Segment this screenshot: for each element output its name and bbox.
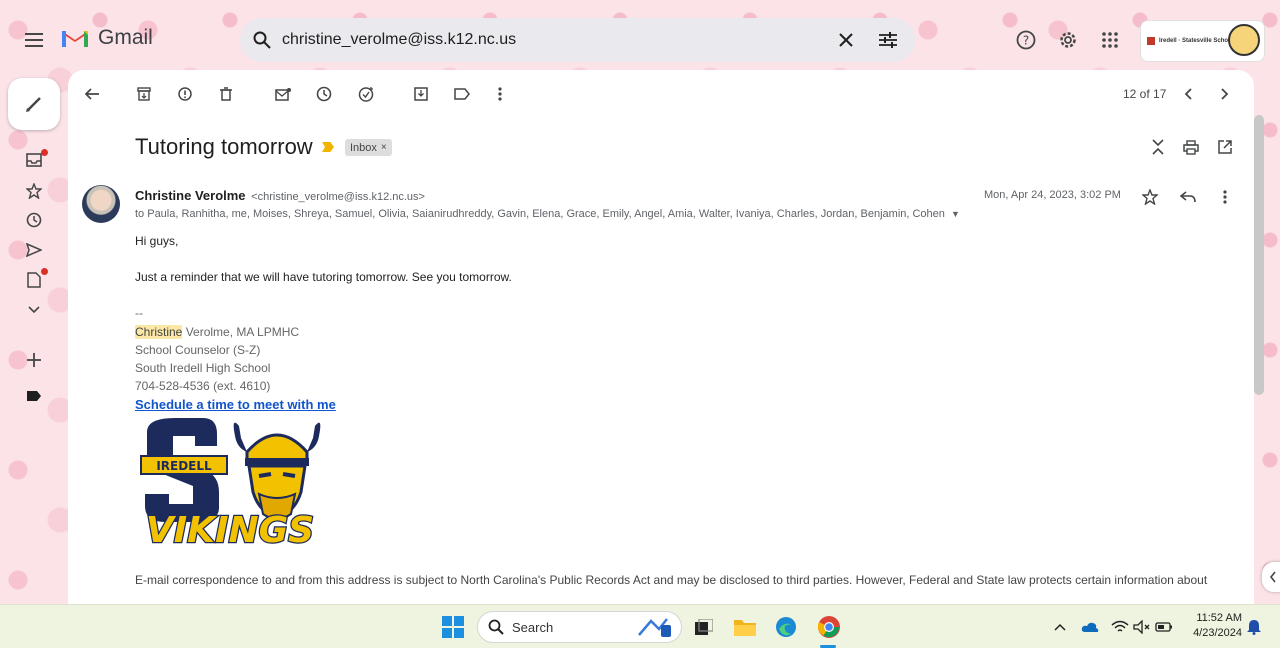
- label-tag-icon[interactable]: [22, 384, 46, 408]
- sent-icon[interactable]: [22, 238, 46, 262]
- reply-arrow-icon[interactable]: [1176, 185, 1200, 209]
- pencil-icon: [26, 97, 41, 112]
- sender-line: Christine Verolme <christine_verolme@iss…: [135, 188, 425, 203]
- message-pager: 12 of 17: [1123, 87, 1167, 101]
- search-icon[interactable]: [250, 28, 274, 52]
- signature-name: Christine Verolme, MA LPMHC: [135, 325, 299, 339]
- email-body: Just a reminder that we will have tutori…: [135, 270, 512, 284]
- schedule-meeting-link[interactable]: Schedule a time to meet with me: [135, 397, 336, 412]
- taskbar-search-box[interactable]: Search: [477, 611, 682, 643]
- email-toolbar: 12 of 17: [68, 70, 1254, 118]
- clock-time: 11:52 AM: [1196, 612, 1242, 624]
- edge-browser-icon[interactable]: [774, 615, 798, 639]
- apps-grid-icon[interactable]: [1098, 28, 1122, 52]
- top-bar: Gmail christine_verolme@iss.k12.nc.us ? …: [0, 0, 1280, 80]
- email-subject: Tutoring tomorrow: [135, 134, 313, 159]
- gmail-logo[interactable]: Gmail: [60, 26, 153, 50]
- snoozed-clock-icon[interactable]: [22, 208, 46, 232]
- taskbar-search-icon: [488, 619, 504, 635]
- signature-separator: --: [135, 306, 143, 320]
- message-more-options-icon[interactable]: [1213, 185, 1237, 209]
- task-view-icon[interactable]: [692, 615, 716, 639]
- mark-unread-icon[interactable]: [271, 82, 295, 106]
- inbox-label-chip: Inbox ×: [345, 139, 392, 156]
- public-records-disclaimer: E-mail correspondence to and from this a…: [135, 573, 1208, 587]
- label-chip-text: Inbox: [350, 141, 377, 154]
- recipients-line[interactable]: to Paula, Ranhitha, me, Moises, Shreya, …: [135, 208, 960, 220]
- search-bar[interactable]: christine_verolme@iss.k12.nc.us: [240, 18, 915, 62]
- drafts-unread-dot: [41, 268, 48, 275]
- gmail-m-icon: [62, 31, 88, 47]
- email-greeting: Hi guys,: [135, 234, 179, 248]
- create-label-plus-icon[interactable]: [22, 348, 46, 372]
- clock-date: 4/23/2024: [1193, 627, 1242, 639]
- account-avatar[interactable]: [1228, 24, 1260, 56]
- label-icon[interactable]: [450, 82, 474, 106]
- help-icon[interactable]: ?: [1014, 28, 1038, 52]
- side-panel-toggle[interactable]: [1262, 562, 1280, 592]
- taskbar-search-label: Search: [512, 619, 554, 635]
- compose-button[interactable]: [8, 78, 60, 130]
- windows-start-icon[interactable]: [440, 614, 466, 640]
- iredell-vikings-logo: IREDELL VIKINGS: [135, 414, 325, 549]
- older-chevron-right-icon[interactable]: [1213, 82, 1237, 106]
- sender-email: <christine_verolme@iss.k12.nc.us>: [251, 191, 425, 203]
- search-highlight: Christine: [135, 325, 183, 339]
- snooze-clock-icon[interactable]: [312, 82, 336, 106]
- org-logo-icon: [1147, 37, 1155, 45]
- email-view: 12 of 17 Tutoring tomorrow Inbox × Chris…: [68, 70, 1254, 604]
- notification-bell-icon[interactable]: [1244, 617, 1264, 637]
- print-icon[interactable]: [1179, 135, 1203, 159]
- delete-trash-icon[interactable]: [214, 82, 238, 106]
- settings-gear-icon[interactable]: [1056, 28, 1080, 52]
- report-spam-icon[interactable]: [173, 82, 197, 106]
- signature-school: South Iredell High School: [135, 361, 271, 375]
- star-icon[interactable]: [1138, 185, 1162, 209]
- email-date: Mon, Apr 24, 2023, 3:02 PM: [984, 189, 1121, 201]
- starred-icon[interactable]: [22, 179, 46, 203]
- newer-chevron-left-icon[interactable]: [1176, 82, 1200, 106]
- open-in-new-window-icon[interactable]: [1213, 135, 1237, 159]
- recipients-list: to Paula, Ranhitha, me, Moises, Shreya, …: [135, 208, 945, 220]
- signature-title: School Counselor (S-Z): [135, 343, 261, 357]
- logo-bottom-text: VIKINGS: [146, 510, 314, 549]
- back-arrow-icon[interactable]: [80, 82, 104, 106]
- chevron-left-icon: [1269, 571, 1276, 583]
- sender-name[interactable]: Christine Verolme: [135, 188, 246, 203]
- onedrive-cloud-icon[interactable]: [1080, 617, 1100, 637]
- add-to-tasks-icon[interactable]: [354, 82, 378, 106]
- search-options-icon[interactable]: [876, 28, 900, 52]
- battery-icon[interactable]: [1154, 617, 1174, 637]
- inbox-unread-dot: [41, 149, 48, 156]
- signature-phone: 704-528-4536 (ext. 4610): [135, 379, 271, 393]
- main-menu-icon[interactable]: [20, 28, 48, 52]
- signature-name-rest: Verolme, MA LPMHC: [182, 325, 300, 339]
- file-explorer-icon[interactable]: [733, 615, 757, 639]
- gmail-wordmark: Gmail: [98, 26, 153, 49]
- wifi-icon[interactable]: [1110, 617, 1130, 637]
- archive-icon[interactable]: [132, 82, 156, 106]
- vertical-scrollbar[interactable]: [1254, 115, 1264, 395]
- more-options-vertical-icon[interactable]: [488, 82, 512, 106]
- logo-top-text: IREDELL: [156, 459, 212, 473]
- collapse-all-icon[interactable]: [1146, 135, 1170, 159]
- show-hidden-icons-chevron-up-icon[interactable]: [1050, 617, 1070, 637]
- clear-search-icon[interactable]: [834, 28, 858, 52]
- sender-avatar[interactable]: [82, 185, 120, 223]
- org-name: Iredell · Statesville Schools: [1159, 38, 1237, 44]
- taskbar-clock[interactable]: 11:52 AM 4/23/2024: [1180, 611, 1242, 641]
- move-to-icon[interactable]: [409, 82, 433, 106]
- remove-label-x-icon[interactable]: ×: [381, 142, 387, 153]
- importance-marker-icon[interactable]: [322, 142, 334, 152]
- volume-muted-icon[interactable]: [1132, 617, 1152, 637]
- svg-text:?: ?: [1023, 34, 1029, 48]
- chrome-browser-icon[interactable]: [815, 613, 843, 641]
- search-input[interactable]: christine_verolme@iss.k12.nc.us: [282, 31, 516, 49]
- more-chevron-down-icon[interactable]: [22, 298, 46, 322]
- windows-taskbar: Search 11:52 AM 4/23/2024: [0, 604, 1280, 648]
- search-highlight-art-icon: [638, 618, 671, 637]
- show-details-caret-icon[interactable]: ▼: [951, 209, 960, 219]
